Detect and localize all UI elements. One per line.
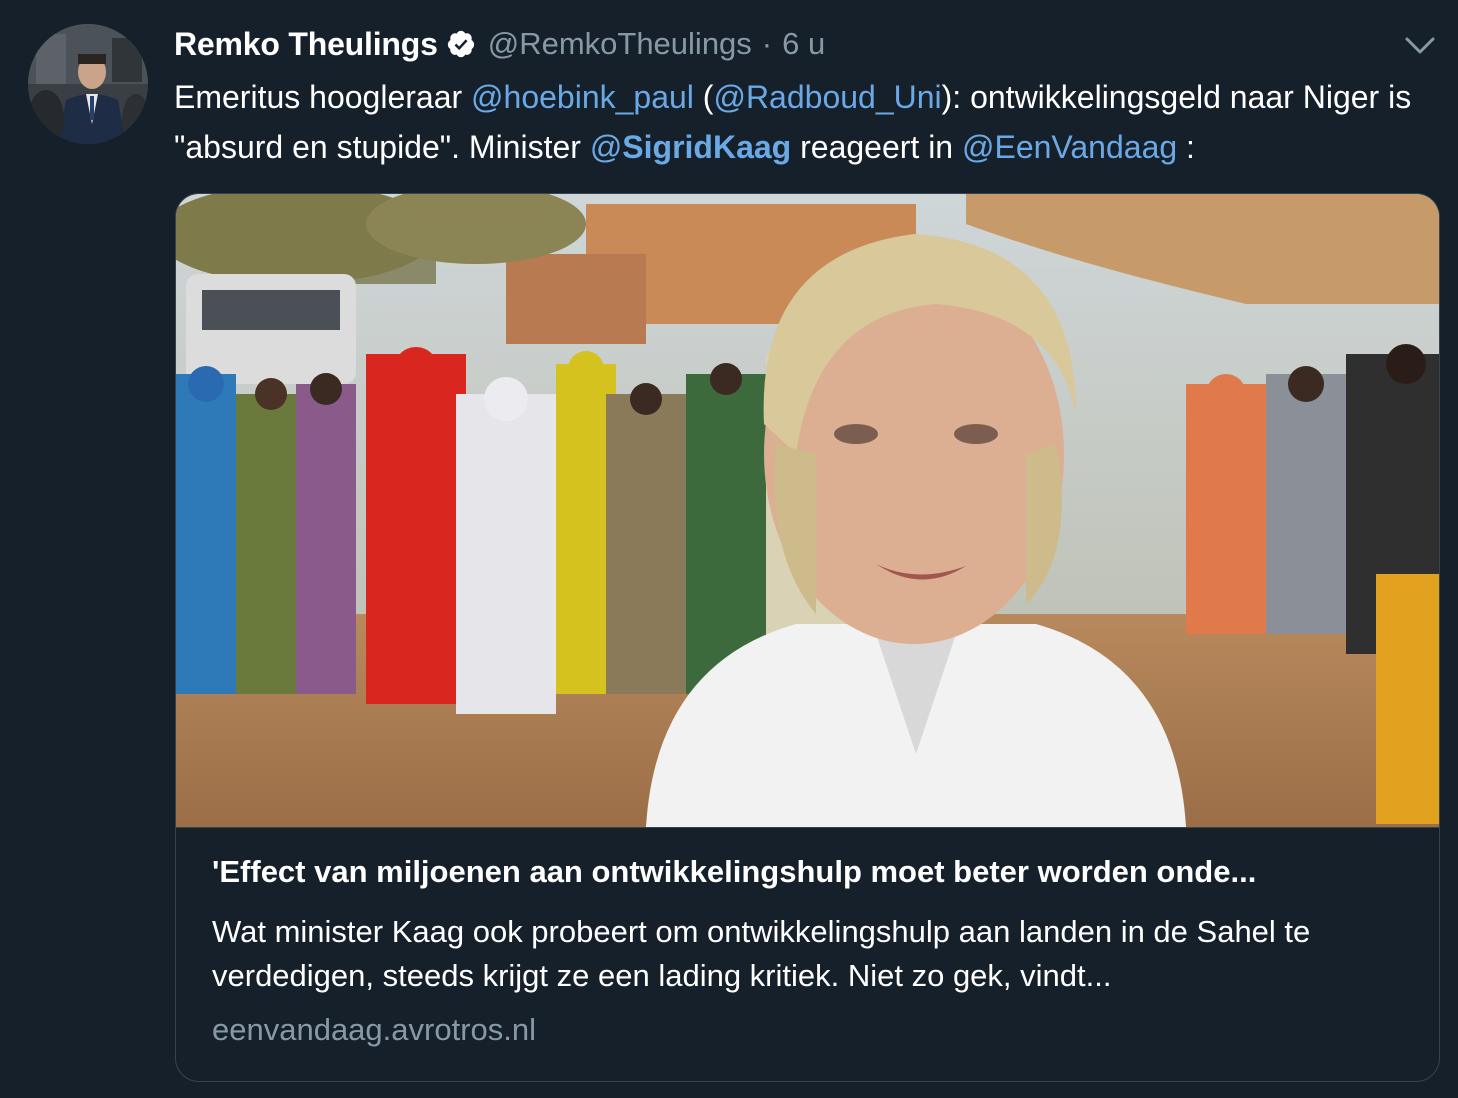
tweet-text-segment: reageert in: [791, 129, 962, 165]
card-image[interactable]: [176, 194, 1439, 827]
tweet-header: Remko Theulings @RemkoTheulings · 6 u: [174, 22, 825, 66]
mention-eenvandaag[interactable]: @EenVandaag: [962, 129, 1177, 165]
tweet-text-segment: Emeritus hoogleraar: [174, 79, 472, 115]
avatar[interactable]: [28, 24, 148, 144]
tweet-text: Emeritus hoogleraar @hoebink_paul (@Radb…: [174, 72, 1424, 172]
tweet-text-segment: :: [1177, 129, 1195, 165]
mention-name: SigridKaag: [622, 129, 792, 165]
mention-sigridkaag[interactable]: @SigridKaag: [590, 129, 791, 165]
link-preview-card[interactable]: 'Effect van miljoenen aan ontwikkelingsh…: [175, 193, 1440, 1082]
mention-radboud-uni[interactable]: @Radboud_Uni: [713, 79, 941, 115]
mention-hoebink-paul[interactable]: @hoebink_paul: [471, 79, 694, 115]
verified-badge-icon: [447, 30, 474, 58]
tweet-text-segment: (: [693, 79, 714, 115]
author-display-name[interactable]: Remko Theulings: [174, 26, 438, 63]
author-handle[interactable]: @RemkoTheulings: [488, 26, 752, 62]
card-divider: [176, 827, 1439, 828]
card-description[interactable]: Wat minister Kaag ook probeert om ontwik…: [212, 910, 1412, 998]
card-domain[interactable]: eenvandaag.avrotros.nl: [212, 1010, 536, 1050]
separator-dot: ·: [761, 26, 773, 61]
tweet-timestamp[interactable]: 6 u: [782, 26, 825, 62]
chevron-down-icon[interactable]: [1404, 36, 1436, 56]
mention-prefix: @: [589, 129, 623, 165]
tweet[interactable]: Remko Theulings @RemkoTheulings · 6 u Em…: [0, 0, 1458, 1098]
card-title[interactable]: 'Effect van miljoenen aan ontwikkelingsh…: [212, 852, 1412, 892]
